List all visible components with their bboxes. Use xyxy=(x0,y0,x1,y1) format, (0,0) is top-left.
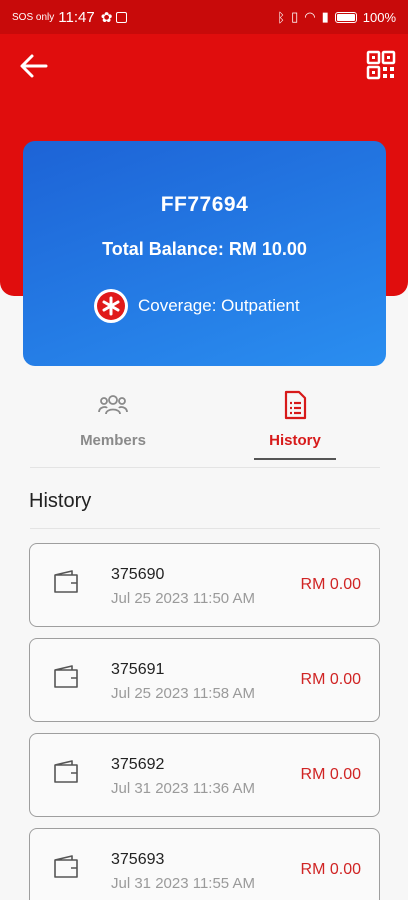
transaction-amount: RM 0.00 xyxy=(300,671,361,688)
transaction-date: Jul 31 2023 11:55 AM xyxy=(111,875,255,892)
transaction-date: Jul 31 2023 11:36 AM xyxy=(111,780,255,797)
tab-bar: Members History xyxy=(0,380,408,465)
transaction-id: 375693 xyxy=(111,851,165,868)
status-right: ᛒ ▯ ◠ ▮ 100% xyxy=(277,9,396,25)
qr-code-button[interactable] xyxy=(366,50,396,80)
transaction-amount: RM 0.00 xyxy=(300,766,361,783)
sim-icon: ▮ xyxy=(321,9,329,24)
tab-members-label: Members xyxy=(80,432,146,449)
status-bar: SOS only 11:47 ✿ ᛒ ▯ ◠ ▮ 100% xyxy=(0,0,408,34)
coverage-info: Coverage: Outpatient xyxy=(94,289,300,323)
sos-indicator: SOS only xyxy=(12,11,55,23)
active-tab-indicator xyxy=(254,458,336,460)
transaction-id: 375692 xyxy=(111,756,165,773)
list-item[interactable]: 375690 Jul 25 2023 11:50 AM RM 0.00 xyxy=(29,543,380,627)
wallet-icon xyxy=(52,569,80,600)
list-item[interactable]: 375693 Jul 31 2023 11:55 AM RM 0.00 xyxy=(29,828,380,900)
transaction-date: Jul 25 2023 11:50 AM xyxy=(111,590,255,607)
battery-percent: 100% xyxy=(362,9,396,25)
members-group-icon xyxy=(97,390,129,420)
divider xyxy=(30,467,380,468)
coverage-badge xyxy=(94,289,128,323)
bluetooth-icon: ᛒ xyxy=(277,9,286,25)
flower-icon: ✿ xyxy=(100,8,113,25)
tab-history[interactable]: History xyxy=(225,380,365,465)
list-item[interactable]: 375691 Jul 25 2023 11:58 AM RM 0.00 xyxy=(29,638,380,722)
history-list: 375690 Jul 25 2023 11:50 AM RM 0.00 3756… xyxy=(29,543,380,900)
status-time: 11:47 xyxy=(58,8,95,26)
app-notification-icon xyxy=(116,11,128,23)
tab-members[interactable]: Members xyxy=(43,380,183,465)
wallet-icon xyxy=(52,759,80,790)
battery-icon xyxy=(334,11,357,23)
wallet-icon xyxy=(52,854,80,885)
membership-card: FF77694 Total Balance: RM 10.00 Coverage… xyxy=(23,141,386,366)
wallet-icon xyxy=(52,664,80,695)
total-balance: Total Balance: RM 10.00 xyxy=(102,239,307,259)
coverage-label: Coverage: Outpatient xyxy=(138,296,300,315)
back-button[interactable] xyxy=(18,52,50,80)
divider xyxy=(30,528,380,529)
transaction-id: 375690 xyxy=(111,566,165,583)
transaction-amount: RM 0.00 xyxy=(300,576,361,593)
section-title: History xyxy=(29,490,92,512)
transaction-amount: RM 0.00 xyxy=(300,861,361,878)
list-item[interactable]: 375692 Jul 31 2023 11:36 AM RM 0.00 xyxy=(29,733,380,817)
arrow-left-icon xyxy=(20,54,48,78)
notification-icons: ✿ xyxy=(101,9,128,26)
medical-star-icon xyxy=(97,292,125,320)
document-list-icon xyxy=(283,390,307,420)
vibrate-icon: ▯ xyxy=(291,9,299,24)
membership-code: FF77694 xyxy=(160,193,249,216)
qr-code-icon xyxy=(366,50,396,80)
transaction-id: 375691 xyxy=(111,661,165,678)
transaction-date: Jul 25 2023 11:58 AM xyxy=(111,685,255,702)
tab-history-label: History xyxy=(269,432,321,449)
wifi-icon: ◠ xyxy=(304,9,316,24)
